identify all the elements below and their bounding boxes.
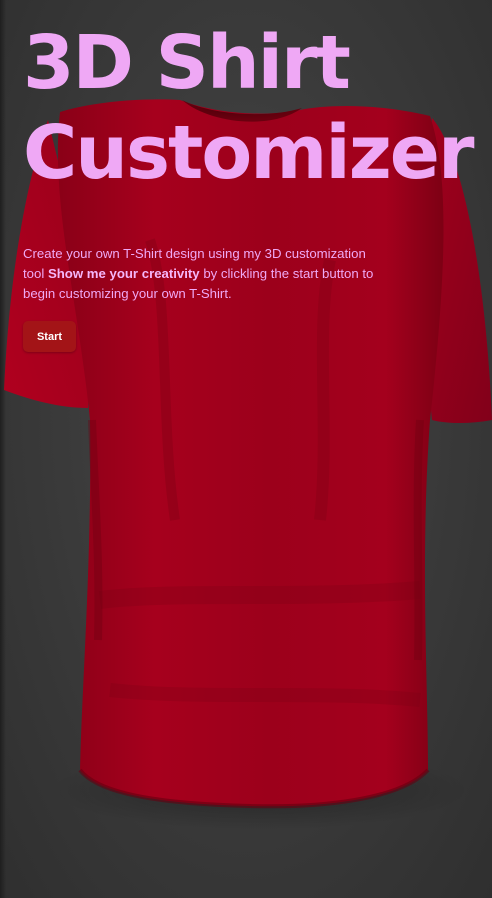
page-title: 3D Shirt Customizer xyxy=(23,18,483,198)
start-button[interactable]: Start xyxy=(23,321,76,352)
hero-section: 3D Shirt Customizer Create your own T-Sh… xyxy=(23,18,483,352)
canvas-stage[interactable]: 3D Shirt Customizer Create your own T-Sh… xyxy=(0,0,492,898)
intro-text: Create your own T-Shirt design using my … xyxy=(23,244,388,304)
intro-text-highlight: Show me your creativity xyxy=(47,266,200,281)
title-line-2: Customizer xyxy=(23,110,474,196)
title-line-1: 3D Shirt xyxy=(23,20,351,106)
